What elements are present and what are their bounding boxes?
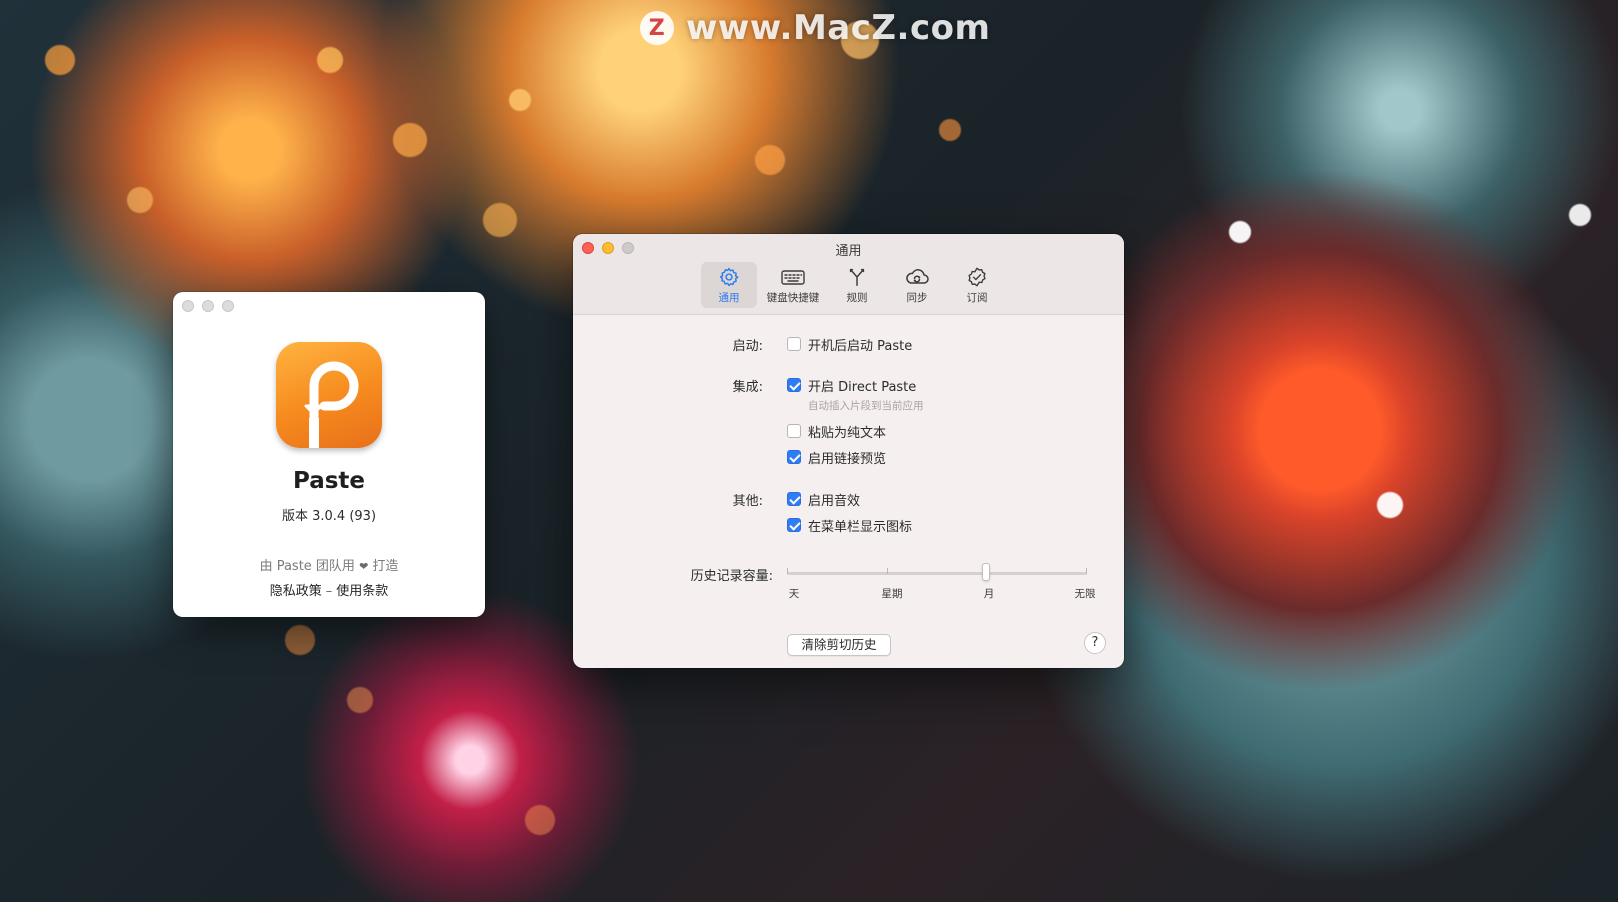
tab-subscription-label: 订阅 [966, 292, 988, 304]
other-label: 其他: [732, 494, 763, 509]
close-button[interactable] [182, 300, 194, 312]
tab-general-label: 通用 [718, 292, 740, 304]
preferences-window-controls [582, 242, 634, 254]
slider-tick [887, 568, 888, 574]
link-separator: – [325, 584, 333, 599]
badge-check-icon [968, 267, 986, 287]
minimize-button[interactable] [602, 242, 614, 254]
zoom-button[interactable] [622, 242, 634, 254]
launch-at-login-label: 开机后启动 Paste [808, 339, 913, 354]
tab-subscription[interactable]: 订阅 [949, 262, 1005, 308]
rules-icon [849, 268, 865, 286]
history-stop-month: 月 [983, 588, 995, 600]
direct-paste-label: 开启 Direct Paste [808, 380, 917, 395]
terms-of-use-link[interactable]: 使用条款 [336, 584, 388, 599]
paste-app-icon [276, 342, 382, 448]
tab-rules[interactable]: 规则 [829, 262, 885, 308]
privacy-policy-link[interactable]: 隐私政策 [270, 584, 322, 599]
zoom-button[interactable] [222, 300, 234, 312]
preferences-window: 通用 通用 键盘快捷键 规则 同步 订阅 启动: 开机后启动 Paste 集成:… [573, 234, 1124, 668]
close-button[interactable] [582, 242, 594, 254]
window-title: 通用 [835, 244, 862, 259]
about-window-controls [182, 300, 234, 312]
watermark-text: www.MacZ.com [686, 8, 991, 48]
tab-sync[interactable]: 同步 [889, 262, 945, 308]
credit-suffix: 打造 [372, 559, 399, 574]
keyboard-icon [781, 270, 805, 285]
history-stop-week: 星期 [881, 588, 903, 600]
slider-tick [787, 568, 788, 574]
history-capacity-label: 历史记录容量: [690, 569, 773, 584]
preferences-toolbar-area: 通用 通用 键盘快捷键 规则 同步 订阅 [573, 234, 1124, 315]
about-window: Paste 版本 3.0.4 (93) 由 Paste 团队用 ❤ 打造 隐私政… [173, 292, 485, 617]
app-name: Paste [292, 468, 366, 494]
credit-prefix: 由 Paste 团队用 [259, 559, 355, 574]
minimize-button[interactable] [202, 300, 214, 312]
tab-rules-label: 规则 [846, 292, 868, 304]
sound-effects-label: 启用音效 [808, 494, 861, 509]
plain-text-label: 粘贴为纯文本 [808, 426, 887, 441]
startup-label: 启动: [732, 339, 763, 354]
menu-bar-icon-label: 在菜单栏显示图标 [808, 520, 913, 535]
tab-sync-label: 同步 [906, 292, 928, 304]
history-stop-day: 天 [788, 588, 800, 600]
plain-text-checkbox[interactable] [787, 424, 801, 438]
slider-tick [1086, 568, 1087, 574]
heart-icon: ❤ [359, 560, 369, 573]
menu-bar-icon-checkbox[interactable] [787, 518, 801, 532]
launch-at-login-checkbox[interactable] [787, 337, 801, 351]
watermark: Z www.MacZ.com [640, 8, 990, 48]
tab-keyboard-shortcuts-label: 键盘快捷键 [766, 292, 820, 304]
cloud-sync-icon [906, 269, 929, 284]
integration-label: 集成: [732, 380, 763, 395]
history-capacity-slider-knob[interactable] [982, 563, 991, 581]
gear-icon [719, 267, 739, 287]
history-stop-unlimited: 无限 [1074, 588, 1096, 600]
app-version: 版本 3.0.4 (93) [281, 509, 377, 524]
link-preview-checkbox[interactable] [787, 450, 801, 464]
watermark-logo: Z [640, 11, 674, 45]
help-button[interactable]: ? [1084, 632, 1106, 654]
preferences-tabs: 通用 键盘快捷键 规则 同步 订阅 [701, 262, 1005, 308]
tab-general[interactable]: 通用 [701, 262, 757, 308]
history-capacity-slider[interactable] [787, 572, 1087, 575]
link-preview-label: 启用链接预览 [808, 452, 887, 467]
direct-paste-hint: 自动插入片段到当前应用 [808, 400, 924, 412]
sound-effects-checkbox[interactable] [787, 492, 801, 506]
credit-line: 由 Paste 团队用 ❤ 打造 [173, 555, 485, 574]
tab-keyboard-shortcuts[interactable]: 键盘快捷键 [761, 262, 825, 308]
clear-history-button[interactable]: 清除剪切历史 [787, 634, 891, 656]
direct-paste-checkbox[interactable] [787, 378, 801, 392]
legal-links: 隐私政策 – 使用条款 [173, 580, 485, 599]
